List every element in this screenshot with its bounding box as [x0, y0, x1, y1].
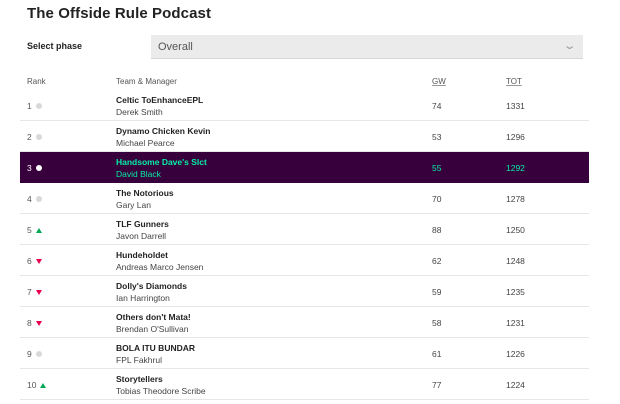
team-name-link[interactable]: Hundeholdet: [116, 250, 168, 260]
team-name-link[interactable]: The Notorious: [116, 188, 174, 198]
header-rank: Rank: [27, 77, 46, 86]
league-title: The Offside Rule Podcast: [27, 5, 212, 22]
rank-cell: 7: [27, 287, 42, 297]
table-row[interactable]: 3 Handsome Dave's Slct David Black 55 1292: [20, 152, 589, 183]
total-points: 1248: [506, 256, 525, 266]
rank-number: 9: [27, 349, 32, 359]
table-row[interactable]: 6 Hundeholdet Andreas Marco Jensen 62 1248: [20, 245, 589, 276]
rank-number: 10: [27, 380, 37, 390]
manager-name: Ian Harrington: [116, 293, 170, 303]
table-row[interactable]: 5 TLF Gunners Javon Darrell 88 1250: [20, 214, 589, 245]
gw-points: 53: [432, 132, 442, 142]
manager-name: Javon Darrell: [116, 231, 167, 241]
gw-points: 58: [432, 318, 442, 328]
rank-cell: 1: [27, 101, 42, 111]
rank-cell: 4: [27, 194, 42, 204]
header-tot[interactable]: TOT: [506, 77, 522, 86]
team-name-link[interactable]: BOLA ITU BUNDAR: [116, 343, 195, 353]
total-points: 1250: [506, 225, 525, 235]
team-name-link[interactable]: TLF Gunners: [116, 219, 169, 229]
rank-number: 2: [27, 132, 32, 142]
team-name-link[interactable]: Others don't Mata!: [116, 312, 191, 322]
total-points: 1226: [506, 349, 525, 359]
total-points: 1278: [506, 194, 525, 204]
rank-number: 4: [27, 194, 32, 204]
team-name-link[interactable]: Celtic ToEnhanceEPL: [116, 95, 203, 105]
rank-number: 5: [27, 225, 32, 235]
gw-points: 62: [432, 256, 442, 266]
phase-select[interactable]: Overall ⌄: [151, 35, 583, 59]
movement-up-icon: [40, 382, 47, 388]
manager-name: Andreas Marco Jensen: [116, 262, 204, 272]
table-row[interactable]: 2 Dynamo Chicken Kevin Michael Pearce 53 129…: [20, 121, 589, 152]
header-gw[interactable]: GW: [432, 77, 446, 86]
movement-same-icon: [35, 134, 42, 140]
gw-points: 70: [432, 194, 442, 204]
movement-same-icon: [35, 165, 42, 171]
phase-label: Select phase: [27, 41, 83, 51]
total-points: 1292: [506, 163, 525, 173]
gw-points: 77: [432, 380, 442, 390]
standings-table: 1 Celtic ToEnhanceEPL Derek Smith 74 1331 2 Dy…: [20, 90, 589, 400]
rank-number: 3: [27, 163, 32, 173]
gw-points: 88: [432, 225, 442, 235]
movement-same-icon: [35, 103, 42, 109]
team-name-link[interactable]: Dynamo Chicken Kevin: [116, 126, 210, 136]
gw-points: 74: [432, 101, 442, 111]
total-points: 1231: [506, 318, 525, 328]
movement-same-icon: [35, 351, 42, 357]
movement-down-icon: [35, 320, 42, 326]
rank-number: 7: [27, 287, 32, 297]
rank-cell: 8: [27, 318, 42, 328]
manager-name: Gary Lan: [116, 200, 151, 210]
gw-points: 59: [432, 287, 442, 297]
rank-cell: 6: [27, 256, 42, 266]
team-name-link[interactable]: Storytellers: [116, 374, 163, 384]
manager-name: Tobias Theodore Scribe: [116, 386, 206, 396]
movement-down-icon: [35, 258, 42, 264]
rank-number: 1: [27, 101, 32, 111]
total-points: 1235: [506, 287, 525, 297]
table-row[interactable]: 9 BOLA ITU BUNDAR FPL Fakhrul 61 1226: [20, 338, 589, 369]
manager-name: Derek Smith: [116, 107, 163, 117]
table-row[interactable]: 7 Dolly's Diamonds Ian Harrington 59 1235: [20, 276, 589, 307]
table-row[interactable]: 1 Celtic ToEnhanceEPL Derek Smith 74 1331: [20, 90, 589, 121]
total-points: 1331: [506, 101, 525, 111]
gw-points: 61: [432, 349, 442, 359]
phase-selected-value: Overall: [158, 40, 193, 53]
manager-name: Michael Pearce: [116, 138, 175, 148]
table-row[interactable]: 10 Storytellers Tobias Theodore Scribe 77 12…: [20, 369, 589, 400]
rank-number: 8: [27, 318, 32, 328]
total-points: 1224: [506, 380, 525, 390]
rank-cell: 2: [27, 132, 42, 142]
rank-number: 6: [27, 256, 32, 266]
table-row[interactable]: 8 Others don't Mata! Brendan O'Sullivan 58 1…: [20, 307, 589, 338]
manager-name: FPL Fakhrul: [116, 355, 162, 365]
movement-down-icon: [35, 289, 42, 295]
team-name-link[interactable]: Handsome Dave's Slct: [116, 157, 207, 167]
chevron-down-icon: ⌄: [562, 40, 577, 52]
movement-up-icon: [35, 227, 42, 233]
manager-name: Brendan O'Sullivan: [116, 324, 189, 334]
team-name-link[interactable]: Dolly's Diamonds: [116, 281, 187, 291]
total-points: 1296: [506, 132, 525, 142]
manager-name: David Black: [116, 169, 161, 179]
rank-cell: 10: [27, 380, 47, 390]
rank-cell: 3: [27, 163, 42, 173]
gw-points: 55: [432, 163, 442, 173]
movement-same-icon: [35, 196, 42, 202]
header-team-manager: Team & Manager: [116, 77, 177, 86]
table-row[interactable]: 4 The Notorious Gary Lan 70 1278: [20, 183, 589, 214]
rank-cell: 9: [27, 349, 42, 359]
rank-cell: 5: [27, 225, 42, 235]
